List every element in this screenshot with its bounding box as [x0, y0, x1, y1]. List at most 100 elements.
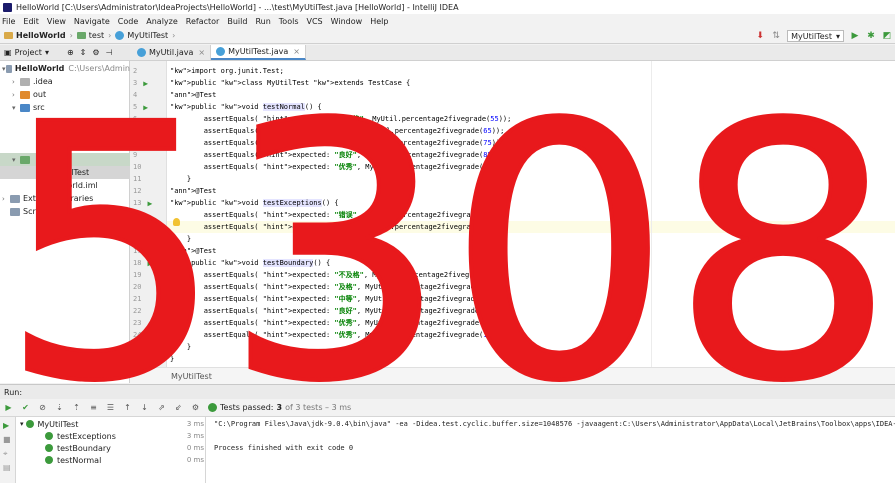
- run-test-gutter-icon[interactable]: ▶: [147, 259, 152, 268]
- code-line[interactable]: assertEquals( "hint" >expected: "中等", MyU…: [167, 293, 895, 305]
- test-row[interactable]: testBoundary 0 ms: [16, 442, 206, 454]
- check-icon[interactable]: ✔: [20, 402, 31, 413]
- import-icon[interactable]: ⇙: [173, 402, 184, 413]
- export-icon[interactable]: ⇗: [156, 402, 167, 413]
- breadcrumb-test[interactable]: test ›: [76, 31, 111, 40]
- code-line[interactable]: assertEquals( "hint" >expected: "优秀", MyU…: [167, 161, 895, 173]
- rerun-icon[interactable]: ▶: [3, 421, 9, 430]
- code-line[interactable]: assertEquals( "hint" >expected: "优秀", MyU…: [167, 317, 895, 329]
- gear-icon[interactable]: ⚙: [190, 402, 201, 413]
- menu-code[interactable]: Code: [118, 17, 138, 26]
- tree-item-out[interactable]: › out: [0, 88, 130, 101]
- test-row[interactable]: testExceptions 3 ms: [16, 430, 206, 442]
- code-line[interactable]: "ann" >@Test: [167, 245, 895, 257]
- editor-breadcrumb-item[interactable]: MyUtilTest: [171, 372, 212, 381]
- close-icon[interactable]: ×: [198, 48, 205, 57]
- menu-analyze[interactable]: Analyze: [146, 17, 178, 26]
- tab-myutil[interactable]: MyUtil.java ×: [132, 45, 212, 60]
- tree-item-util[interactable]: Util: [0, 140, 130, 153]
- lightbulb-icon[interactable]: [173, 218, 180, 226]
- code-line[interactable]: assertEquals( "hint" >expected: "良好", MyU…: [167, 149, 895, 161]
- coverage-icon[interactable]: ◩: [881, 30, 893, 42]
- build-icon[interactable]: ⬇: [754, 30, 766, 42]
- code-line[interactable]: }: [167, 233, 895, 245]
- gear-icon[interactable]: ⚙: [92, 48, 99, 57]
- run-test-gutter-icon[interactable]: ▶: [147, 199, 152, 208]
- sort-alpha-icon[interactable]: ⇣: [54, 402, 65, 413]
- code-line[interactable]: assertEquals( "hint" >expected: "不及格", My…: [167, 269, 895, 281]
- code-line[interactable]: "kw" >public "kw" >void testExceptions() {: [167, 197, 895, 209]
- line-number: 23: [130, 317, 167, 329]
- rerun-icon[interactable]: ▶: [3, 402, 14, 413]
- stop-icon[interactable]: ⊘: [37, 402, 48, 413]
- code-line[interactable]: "kw" >import org.junit.Test;: [167, 65, 895, 77]
- code-editor[interactable]: "kw" >import org.junit.Test; "kw" >public "…: [167, 61, 895, 367]
- code-line[interactable]: "kw" >public "kw" >void testBoundary() {: [167, 257, 895, 269]
- code-line[interactable]: "ann" >@Test: [167, 185, 895, 197]
- console-output[interactable]: "C:\Program Files\Java\jdk-9.0.4\bin\jav…: [206, 417, 895, 483]
- code-line[interactable]: assertEquals( "hint" >expected: "及格", MyU…: [167, 281, 895, 293]
- code-line[interactable]: assertEquals( "hint" >expected: "优秀", MyU…: [167, 329, 895, 341]
- menu-run[interactable]: Run: [255, 17, 270, 26]
- sort-duration-icon[interactable]: ⇡: [71, 402, 82, 413]
- code-line[interactable]: }: [167, 173, 895, 185]
- test-row[interactable]: testNormal 0 ms: [16, 454, 206, 466]
- code-line[interactable]: assertEquals( "hint" >expected: "良好", MyU…: [167, 305, 895, 317]
- run-configuration-select[interactable]: MyUtilTest ▾: [787, 30, 844, 42]
- close-icon[interactable]: ×: [293, 47, 300, 56]
- run-test-gutter-icon[interactable]: ▶: [143, 79, 148, 88]
- menu-edit[interactable]: Edit: [23, 17, 39, 26]
- hide-icon[interactable]: ⊣: [106, 48, 113, 57]
- tree-item-iml[interactable]: World.iml: [0, 179, 130, 192]
- chevron-right-icon: ›: [69, 31, 73, 40]
- menu-view[interactable]: View: [47, 17, 66, 26]
- stop-icon[interactable]: ■: [3, 435, 11, 444]
- code-line[interactable]: }: [167, 353, 895, 365]
- code-line[interactable]: assertEquals( "hint" >expected: "不及格", My…: [167, 113, 895, 125]
- run-test-gutter-icon[interactable]: ▶: [143, 103, 148, 112]
- test-row-suite[interactable]: ▾ MyUtilTest 3 ms: [16, 418, 206, 430]
- tab-myutiltest[interactable]: MyUtilTest.java ×: [211, 45, 306, 60]
- tree-item-idea[interactable]: › .idea: [0, 75, 130, 88]
- line-number: 2: [130, 65, 167, 77]
- project-panel-title[interactable]: Project: [15, 48, 42, 57]
- tree-item-util-test[interactable]: UtilTest: [0, 166, 130, 179]
- debug-icon[interactable]: ✱: [865, 30, 877, 42]
- title-bar: HelloWorld [C:\Users\Administrator\IdeaP…: [0, 0, 895, 14]
- menu-tools[interactable]: Tools: [279, 17, 299, 26]
- menu-window[interactable]: Window: [331, 17, 363, 26]
- menu-navigate[interactable]: Navigate: [74, 17, 110, 26]
- sort-icon[interactable]: ⇅: [770, 30, 782, 42]
- code-line[interactable]: "kw" >public "kw" >class MyUtilTest "kw" >e…: [167, 77, 895, 89]
- code-line[interactable]: assertEquals( "hint" >expected: "错误", MyU…: [167, 221, 895, 233]
- expand-all-icon[interactable]: ≡: [88, 402, 99, 413]
- next-icon[interactable]: ↓: [139, 402, 150, 413]
- code-line[interactable]: assertEquals( "hint" >expected: "错误", MyU…: [167, 209, 895, 221]
- code-line[interactable]: assertEquals( "hint" >expected: "及格", MyU…: [167, 125, 895, 137]
- breadcrumb-project[interactable]: HelloWorld ›: [4, 31, 73, 40]
- collapse-icon[interactable]: ⇕: [80, 48, 87, 57]
- code-line[interactable]: assertEquals( "hint" >expected: "中等", MyU…: [167, 137, 895, 149]
- menu-refactor[interactable]: Refactor: [186, 17, 220, 26]
- previous-icon[interactable]: ↑: [122, 402, 133, 413]
- menu-build[interactable]: Build: [227, 17, 247, 26]
- chevron-down-icon[interactable]: ▾: [45, 48, 49, 57]
- code-line[interactable]: }: [167, 341, 895, 353]
- menu-help[interactable]: Help: [370, 17, 388, 26]
- code-line[interactable]: "kw" >public "kw" >void testNormal() {: [167, 101, 895, 113]
- pin-icon[interactable]: ⌖: [3, 449, 8, 459]
- layout-icon[interactable]: ▤: [3, 463, 11, 472]
- tree-item-external-libraries[interactable]: › External Libraries: [0, 192, 130, 205]
- tree-item-scratches[interactable]: Scratches and Consoles: [0, 205, 130, 218]
- menu-vcs[interactable]: VCS: [307, 17, 323, 26]
- tree-item-test-folder[interactable]: ▾: [0, 153, 130, 166]
- passed-icon: [45, 456, 53, 464]
- target-icon[interactable]: ⊕: [67, 48, 74, 57]
- collapse-all-icon[interactable]: ☰: [105, 402, 116, 413]
- code-line[interactable]: "ann" >@Test: [167, 89, 895, 101]
- run-icon[interactable]: ▶: [849, 30, 861, 42]
- menu-file[interactable]: File: [2, 17, 15, 26]
- tree-item-src[interactable]: ▾ src: [0, 101, 130, 114]
- tree-item-root[interactable]: ▾ HelloWorld C:\Users\Admin: [0, 62, 130, 75]
- breadcrumb-class[interactable]: MyUtilTest ›: [115, 31, 175, 40]
